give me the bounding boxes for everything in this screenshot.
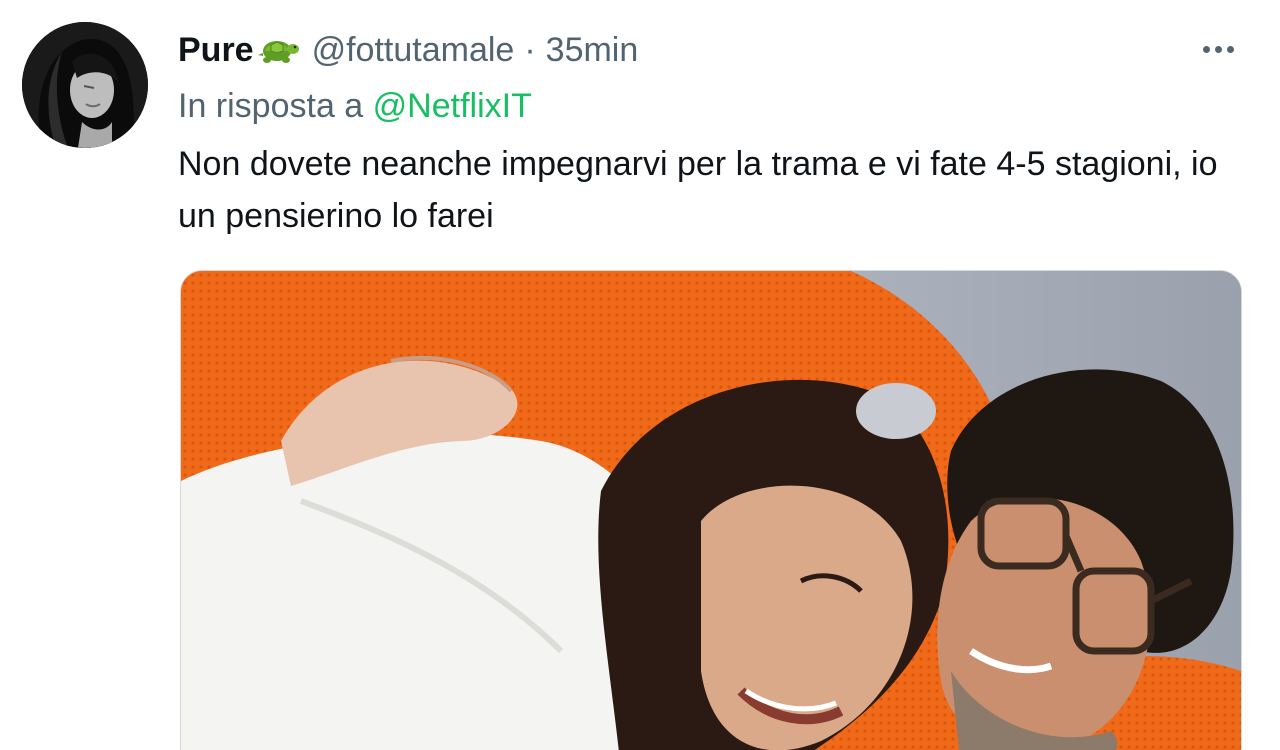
tweet[interactable]: Pure @fottutamale · 35min In risposta a …	[0, 0, 1280, 750]
reply-context: In risposta a @NetflixIT	[178, 84, 532, 128]
reply-mention-link[interactable]: @NetflixIT	[373, 87, 532, 125]
tweet-media-photo[interactable]	[180, 270, 1242, 750]
avatar[interactable]	[22, 22, 148, 148]
avatar-photo	[22, 22, 148, 148]
display-name[interactable]: Pure	[178, 28, 254, 72]
tweet-timestamp[interactable]: 35min	[546, 28, 639, 72]
turtle-icon	[256, 33, 300, 67]
more-horizontal-icon[interactable]	[1196, 34, 1240, 64]
tweet-text: Non dovete neanche impegnarvi per la tra…	[178, 145, 1218, 235]
header-separator: ·	[524, 31, 536, 69]
photo-illustration	[181, 271, 1241, 750]
reply-prefix: In risposta a	[178, 87, 373, 125]
tweet-header: Pure @fottutamale · 35min	[178, 28, 638, 72]
user-handle[interactable]: @fottutamale	[312, 28, 515, 72]
